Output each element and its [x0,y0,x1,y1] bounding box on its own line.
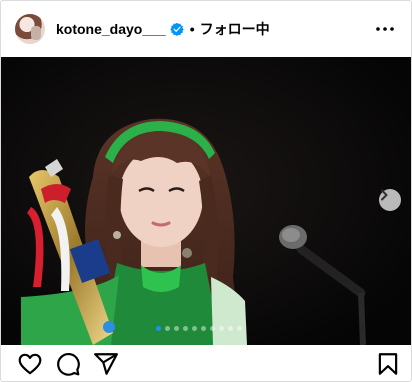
username-link[interactable]: kotone_dayo___ [56,21,166,37]
stage-photo [1,57,411,345]
chevron-right-icon [381,189,388,201]
post-media-image[interactable] [1,57,411,345]
more-options-icon [376,27,394,31]
separator-dot: • [189,21,195,37]
carousel-dot [201,325,206,331]
following-button[interactable]: フォロー中 [200,19,270,39]
profile-avatar[interactable] [15,14,45,44]
post-header: kotone_dayo___ • フォロー中 [1,1,411,57]
bookmark-icon[interactable] [375,351,401,377]
post-user-line: kotone_dayo___ • フォロー中 [56,20,270,38]
carousel-dot [228,325,233,331]
carousel-dot [174,325,179,331]
verified-badge-icon [169,22,184,36]
carousel-next-button[interactable] [379,189,401,211]
carousel-indicator [156,325,242,331]
heart-icon[interactable] [17,351,43,377]
carousel-dot [210,325,215,331]
carousel-dot [183,325,188,331]
carousel-dot [237,325,242,331]
carousel-dot [165,325,170,331]
more-options-button[interactable] [373,17,397,41]
post-action-bar [1,345,411,381]
carousel-dot [219,325,224,331]
instagram-post-card: kotone_dayo___ • フォロー中 [0,0,412,382]
carousel-dot [156,325,161,331]
carousel-dot [192,325,197,331]
comment-icon[interactable] [55,351,81,377]
share-icon[interactable] [93,351,119,377]
